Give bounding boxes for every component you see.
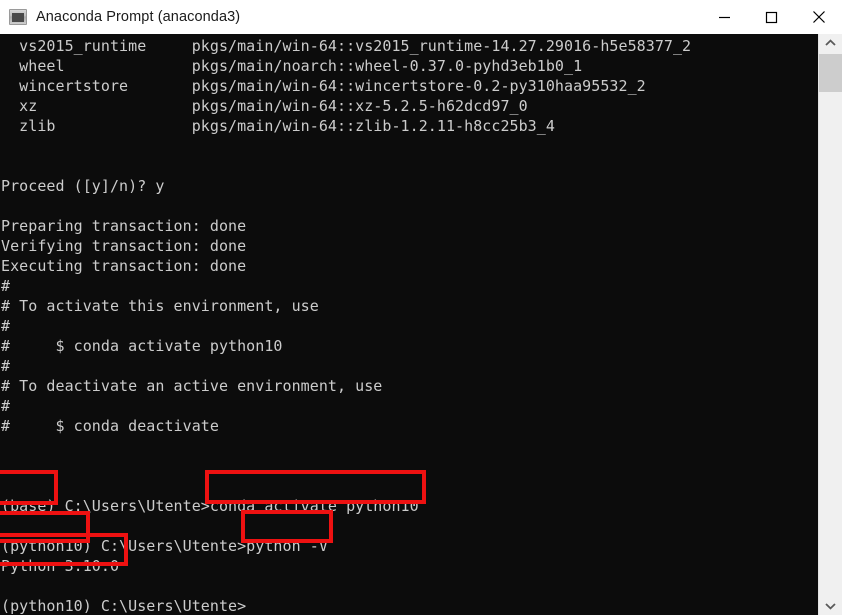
maximize-button[interactable]: [748, 0, 795, 34]
terminal-text: vs2015_runtime pkgs/main/win-64::vs2015_…: [1, 37, 692, 615]
anaconda-prompt-window: Anaconda Prompt (anaconda3) vs2015_runti…: [0, 0, 842, 615]
window-title: Anaconda Prompt (anaconda3): [36, 9, 241, 25]
terminal-output-area[interactable]: vs2015_runtime pkgs/main/win-64::vs2015_…: [0, 34, 818, 615]
window-controls: [701, 0, 842, 34]
scrollbar-thumb[interactable]: [819, 54, 842, 92]
console-icon: [9, 9, 27, 25]
chevron-down-icon[interactable]: [819, 597, 842, 615]
chevron-up-icon[interactable]: [819, 34, 842, 52]
title-bar: Anaconda Prompt (anaconda3): [0, 0, 842, 34]
title-bar-left: Anaconda Prompt (anaconda3): [0, 9, 701, 25]
close-button[interactable]: [795, 0, 842, 34]
vertical-scrollbar[interactable]: [818, 34, 842, 615]
minimize-button[interactable]: [701, 0, 748, 34]
